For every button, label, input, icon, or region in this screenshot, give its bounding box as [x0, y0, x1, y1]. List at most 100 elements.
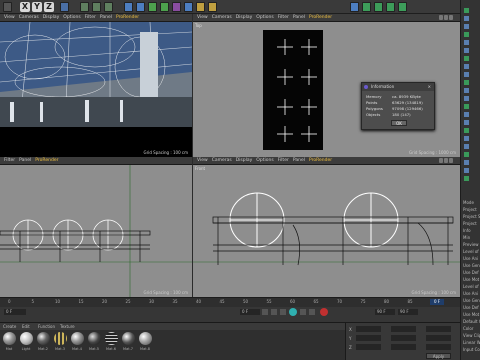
timeline[interactable]: 051015202530354045505560657075808590 0 F…: [0, 297, 460, 322]
rot-b-field[interactable]: [426, 344, 451, 350]
attribute-row[interactable]: Color: [463, 326, 473, 331]
material-swatch[interactable]: [139, 332, 152, 345]
coord-x-field[interactable]: [356, 326, 381, 332]
workplane-icon[interactable]: [362, 2, 371, 12]
attribute-row[interactable]: Use Def: [463, 270, 479, 275]
attribute-row[interactable]: Mode: [463, 200, 474, 205]
object-row-icon[interactable]: [464, 128, 469, 133]
object-row-icon[interactable]: [464, 56, 469, 61]
menu-edit[interactable]: Edit: [22, 323, 30, 330]
x-axis-toggle[interactable]: X: [20, 2, 30, 12]
material-swatch[interactable]: [37, 332, 50, 345]
deformer-icon[interactable]: [172, 2, 181, 12]
right-viewport[interactable]: Grid Spacing : 100 cm: [0, 165, 192, 297]
pen-icon[interactable]: [136, 2, 145, 12]
frame-end-field[interactable]: 90 F: [375, 309, 395, 315]
subdivision-icon[interactable]: [148, 2, 157, 12]
close-icon[interactable]: ×: [428, 83, 431, 91]
ok-button[interactable]: OK: [391, 120, 407, 126]
render-region-icon[interactable]: [92, 2, 101, 12]
attribute-row[interactable]: Info: [463, 228, 471, 233]
viewport-nav-icons[interactable]: [438, 15, 458, 21]
attribute-row[interactable]: Linear Wor: [463, 340, 480, 345]
object-row-icon[interactable]: [464, 160, 469, 165]
menu-display[interactable]: Display: [236, 157, 253, 165]
menu-prorender[interactable]: ProRender: [309, 157, 332, 165]
object-row-icon[interactable]: [464, 152, 469, 157]
material-swatch[interactable]: [122, 332, 135, 345]
menu-filter[interactable]: Filter: [278, 157, 289, 165]
record-icon[interactable]: [320, 308, 328, 316]
play-reverse-icon[interactable]: [280, 309, 286, 315]
size-z-field[interactable]: [391, 344, 416, 350]
cube-icon[interactable]: [124, 2, 133, 12]
attribute-row[interactable]: Use Gen: [463, 298, 480, 303]
attribute-row[interactable]: Min: [463, 235, 470, 240]
apply-button[interactable]: Apply: [426, 353, 451, 359]
coord-y-field[interactable]: [356, 335, 381, 341]
menu-cameras[interactable]: Cameras: [212, 157, 232, 165]
attribute-row[interactable]: Project: [463, 207, 477, 212]
frame-start-field[interactable]: 0 F: [4, 309, 26, 315]
camera-icon[interactable]: [196, 2, 205, 12]
material-swatch[interactable]: [20, 332, 33, 345]
light-icon[interactable]: [208, 2, 217, 12]
object-row-icon[interactable]: [464, 144, 469, 149]
coord-system-icon[interactable]: [60, 2, 69, 12]
object-row-icon[interactable]: [464, 16, 469, 21]
menu-prorender[interactable]: ProRender: [35, 157, 58, 165]
size-y-field[interactable]: [391, 335, 416, 341]
menu-options[interactable]: Options: [256, 157, 273, 165]
attribute-row[interactable]: Level of: [463, 284, 479, 289]
object-row-icon[interactable]: [464, 112, 469, 117]
scene-icon[interactable]: [184, 2, 193, 12]
next-frame-icon[interactable]: [300, 309, 306, 315]
menu-create[interactable]: Create: [3, 323, 16, 330]
attribute-row[interactable]: Use Def: [463, 305, 479, 310]
attribute-row[interactable]: Project: [463, 221, 477, 226]
attribute-row[interactable]: Project Se: [463, 214, 480, 219]
timeline-ruler[interactable]: 051015202530354045505560657075808590: [0, 298, 460, 307]
attribute-row[interactable]: View Clip: [463, 333, 480, 338]
array-icon[interactable]: [160, 2, 169, 12]
frame-current-field[interactable]: 90 F: [398, 309, 418, 315]
attribute-row[interactable]: Use Mot: [463, 277, 479, 282]
object-row-icon[interactable]: [464, 32, 469, 37]
menu-options[interactable]: Options: [256, 14, 273, 22]
z-axis-toggle[interactable]: Z: [44, 2, 54, 12]
material-swatch[interactable]: [88, 332, 101, 345]
attribute-row[interactable]: Level of: [463, 249, 479, 254]
menu-filter[interactable]: Filter: [278, 14, 289, 22]
object-row-icon[interactable]: [464, 96, 469, 101]
undo-icon[interactable]: [3, 2, 12, 12]
object-row-icon[interactable]: [464, 8, 469, 13]
menu-cameras[interactable]: Cameras: [19, 14, 39, 22]
prev-frame-icon[interactable]: [271, 309, 277, 315]
object-row-icon[interactable]: [464, 40, 469, 45]
attribute-row[interactable]: Preview: [463, 242, 479, 247]
render-settings-icon[interactable]: [104, 2, 113, 12]
dialog-titlebar[interactable]: Information ×: [362, 83, 434, 91]
rot-h-field[interactable]: [426, 326, 451, 332]
material-swatch[interactable]: [54, 332, 67, 345]
object-row-icon[interactable]: [464, 176, 469, 181]
menu-filter[interactable]: Filter: [85, 14, 96, 22]
menu-prorender[interactable]: ProRender: [116, 14, 139, 22]
menu-cameras[interactable]: Cameras: [212, 14, 232, 22]
object-row-icon[interactable]: [464, 24, 469, 29]
last-frame-icon[interactable]: [309, 309, 315, 315]
first-frame-icon[interactable]: [262, 309, 268, 315]
object-row-icon[interactable]: [464, 168, 469, 173]
coord-z-field[interactable]: [356, 344, 381, 350]
viewport-nav-icons[interactable]: [438, 158, 458, 164]
object-row-icon[interactable]: [464, 64, 469, 69]
attribute-row[interactable]: Default Ob: [463, 319, 480, 324]
object-row-icon[interactable]: [464, 136, 469, 141]
attribute-row[interactable]: Use Ani: [463, 256, 478, 261]
menu-panel[interactable]: Panel: [100, 14, 112, 22]
menu-texture[interactable]: Texture: [60, 323, 75, 330]
menu-view[interactable]: View: [4, 14, 15, 22]
lock-icon[interactable]: [398, 2, 407, 12]
menu-display[interactable]: Display: [43, 14, 60, 22]
material-swatch[interactable]: [3, 332, 16, 345]
